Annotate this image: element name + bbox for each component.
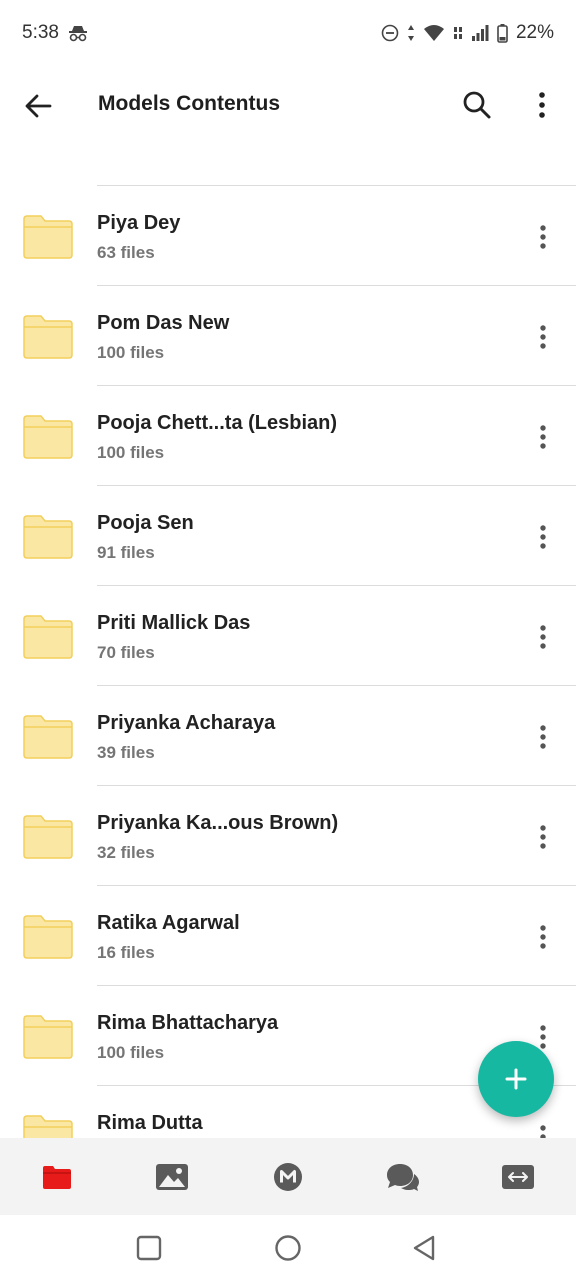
nav-home[interactable] [270, 1160, 306, 1194]
folder-icon [43, 1166, 71, 1189]
data-arrows-icon [407, 25, 414, 41]
page-title: Models Contentus [98, 92, 280, 115]
app-bar: Models Contentus [0, 66, 576, 142]
list-item[interactable]: Priyanka Ka...ous Brown) 32 files [23, 785, 576, 885]
transfer-icon [502, 1165, 534, 1189]
nav-chat[interactable] [385, 1160, 421, 1194]
folder-name: Rima Dutta [97, 1112, 203, 1134]
mega-icon [274, 1163, 302, 1191]
file-count: 32 files [97, 843, 155, 862]
status-bar: 5:38 22% [0, 0, 576, 66]
battery-icon [497, 23, 508, 43]
item-more-icon[interactable] [535, 924, 551, 950]
nav-cloud-drive[interactable] [39, 1160, 75, 1194]
folder-icon [23, 315, 73, 359]
folder-icon [23, 1115, 73, 1138]
folder-name: Rima Bhattacharya [97, 1012, 279, 1034]
item-more-icon[interactable] [535, 224, 551, 250]
folder-list: Piya Dey 63 files Pom Das New 100 files … [0, 185, 576, 1138]
folder-icon [23, 715, 73, 759]
folder-name: Priyanka Ka...ous Brown) [97, 812, 339, 834]
folder-name: Pom Das New [97, 312, 230, 334]
bottom-navigation [0, 1138, 576, 1215]
recents-icon[interactable] [134, 1233, 164, 1263]
more-options-icon[interactable] [530, 88, 554, 122]
item-more-icon[interactable] [535, 1124, 551, 1138]
folder-name: Priti Mallick Das [97, 612, 251, 634]
file-count: 100 files [97, 343, 165, 362]
folder-name: Priyanka Acharaya [97, 712, 276, 734]
incognito-icon [68, 26, 87, 42]
folder-icon [23, 215, 73, 259]
search-icon[interactable] [460, 88, 494, 122]
folder-icon [23, 415, 73, 459]
list-item[interactable]: Priyanka Acharaya 39 files [23, 685, 576, 785]
folder-icon [23, 1015, 73, 1059]
item-more-icon[interactable] [535, 724, 551, 750]
folder-icon [23, 815, 73, 859]
add-button[interactable] [478, 1041, 554, 1117]
item-more-icon[interactable] [535, 424, 551, 450]
list-item[interactable]: Ratika Agarwal 16 files [23, 885, 576, 985]
plus-icon [505, 1068, 527, 1090]
file-count: 91 files [97, 543, 155, 562]
signal-icon [471, 25, 489, 41]
list-item[interactable]: Pooja Sen 91 files [23, 485, 576, 585]
back-icon[interactable] [410, 1233, 440, 1263]
file-count: 100 files [97, 443, 165, 462]
folder-name: Pooja Chett...ta (Lesbian) [97, 412, 338, 434]
item-more-icon[interactable] [535, 1024, 551, 1050]
list-item[interactable]: Priti Mallick Das 70 files [23, 585, 576, 685]
folder-icon [23, 615, 73, 659]
folder-icon [23, 915, 73, 959]
chat-icon [387, 1164, 419, 1191]
item-more-icon[interactable] [535, 324, 551, 350]
list-item[interactable]: Pooja Chett...ta (Lesbian) 100 files [23, 385, 576, 485]
folder-name: Ratika Agarwal [97, 912, 240, 934]
home-icon[interactable] [273, 1233, 303, 1263]
item-more-icon[interactable] [535, 624, 551, 650]
item-more-icon[interactable] [535, 524, 551, 550]
file-count: 39 files [97, 743, 155, 762]
status-time: 5:38 [22, 22, 59, 43]
dnd-icon [381, 24, 399, 42]
folder-icon [23, 515, 73, 559]
battery-percent: 22% [515, 22, 554, 43]
image-icon [156, 1164, 188, 1190]
system-navigation-bar [0, 1215, 576, 1280]
item-more-icon[interactable] [535, 824, 551, 850]
nav-transfers[interactable] [500, 1160, 536, 1194]
wifi-icon [423, 25, 444, 41]
file-count: 63 files [97, 243, 155, 262]
volte-icon [453, 27, 462, 39]
file-count: 16 files [97, 943, 155, 962]
list-item[interactable]: Piya Dey 63 files [23, 185, 576, 285]
folder-name: Pooja Sen [97, 512, 194, 534]
folder-name: Piya Dey [97, 212, 181, 234]
list-item[interactable]: Pom Das New 100 files [23, 285, 576, 385]
back-arrow-icon[interactable] [22, 90, 54, 122]
file-count: 70 files [97, 643, 155, 662]
nav-photos[interactable] [154, 1160, 190, 1194]
file-count: 100 files [97, 1043, 165, 1062]
